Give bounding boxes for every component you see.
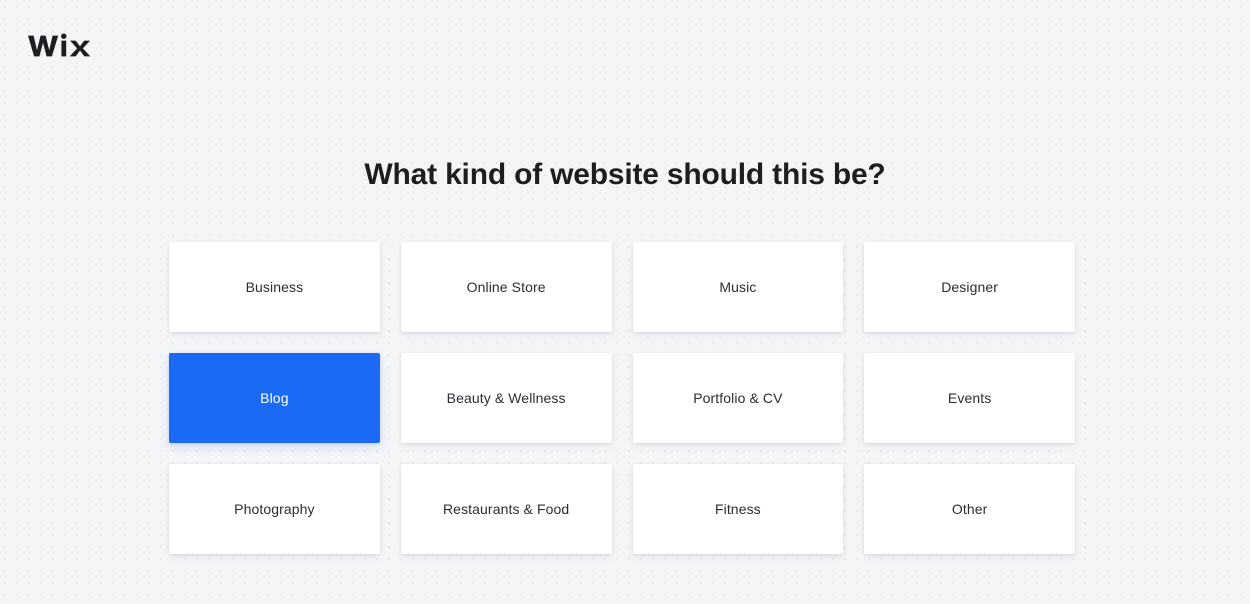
option-card-other[interactable]: Other — [864, 464, 1075, 554]
website-type-grid: Business Online Store Music Designer Blo… — [169, 242, 1075, 554]
option-card-online-store[interactable]: Online Store — [400, 242, 612, 332]
option-card-photography[interactable]: Photography — [169, 464, 380, 554]
option-card-fitness[interactable]: Fitness — [632, 464, 844, 554]
option-card-label: Business — [245, 279, 304, 295]
option-card-label: Restaurants & Food — [442, 501, 570, 517]
option-card-blog[interactable]: Blog — [169, 353, 380, 443]
option-card-business[interactable]: Business — [169, 242, 380, 332]
option-card-events[interactable]: Events — [864, 353, 1075, 443]
option-card-label: Fitness — [714, 501, 761, 517]
option-card-label: Other — [951, 501, 988, 517]
wix-logo[interactable] — [26, 25, 94, 65]
wix-logo-icon — [26, 28, 94, 62]
option-card-label: Portfolio & CV — [693, 390, 783, 406]
option-card-designer[interactable]: Designer — [864, 242, 1075, 332]
option-card-portfolio-cv[interactable]: Portfolio & CV — [632, 353, 844, 443]
option-card-beauty-wellness[interactable]: Beauty & Wellness — [400, 353, 612, 443]
option-card-music[interactable]: Music — [632, 242, 844, 332]
option-card-label: Events — [947, 390, 992, 406]
page-title: What kind of website should this be? — [364, 158, 886, 191]
option-card-label: Photography — [234, 501, 315, 517]
option-card-label: Online Store — [466, 279, 546, 295]
option-card-label: Beauty & Wellness — [446, 390, 566, 406]
option-card-label: Music — [719, 279, 757, 295]
option-card-label: Blog — [260, 390, 289, 406]
option-card-restaurants-food[interactable]: Restaurants & Food — [400, 464, 612, 554]
option-card-label: Designer — [941, 279, 999, 295]
